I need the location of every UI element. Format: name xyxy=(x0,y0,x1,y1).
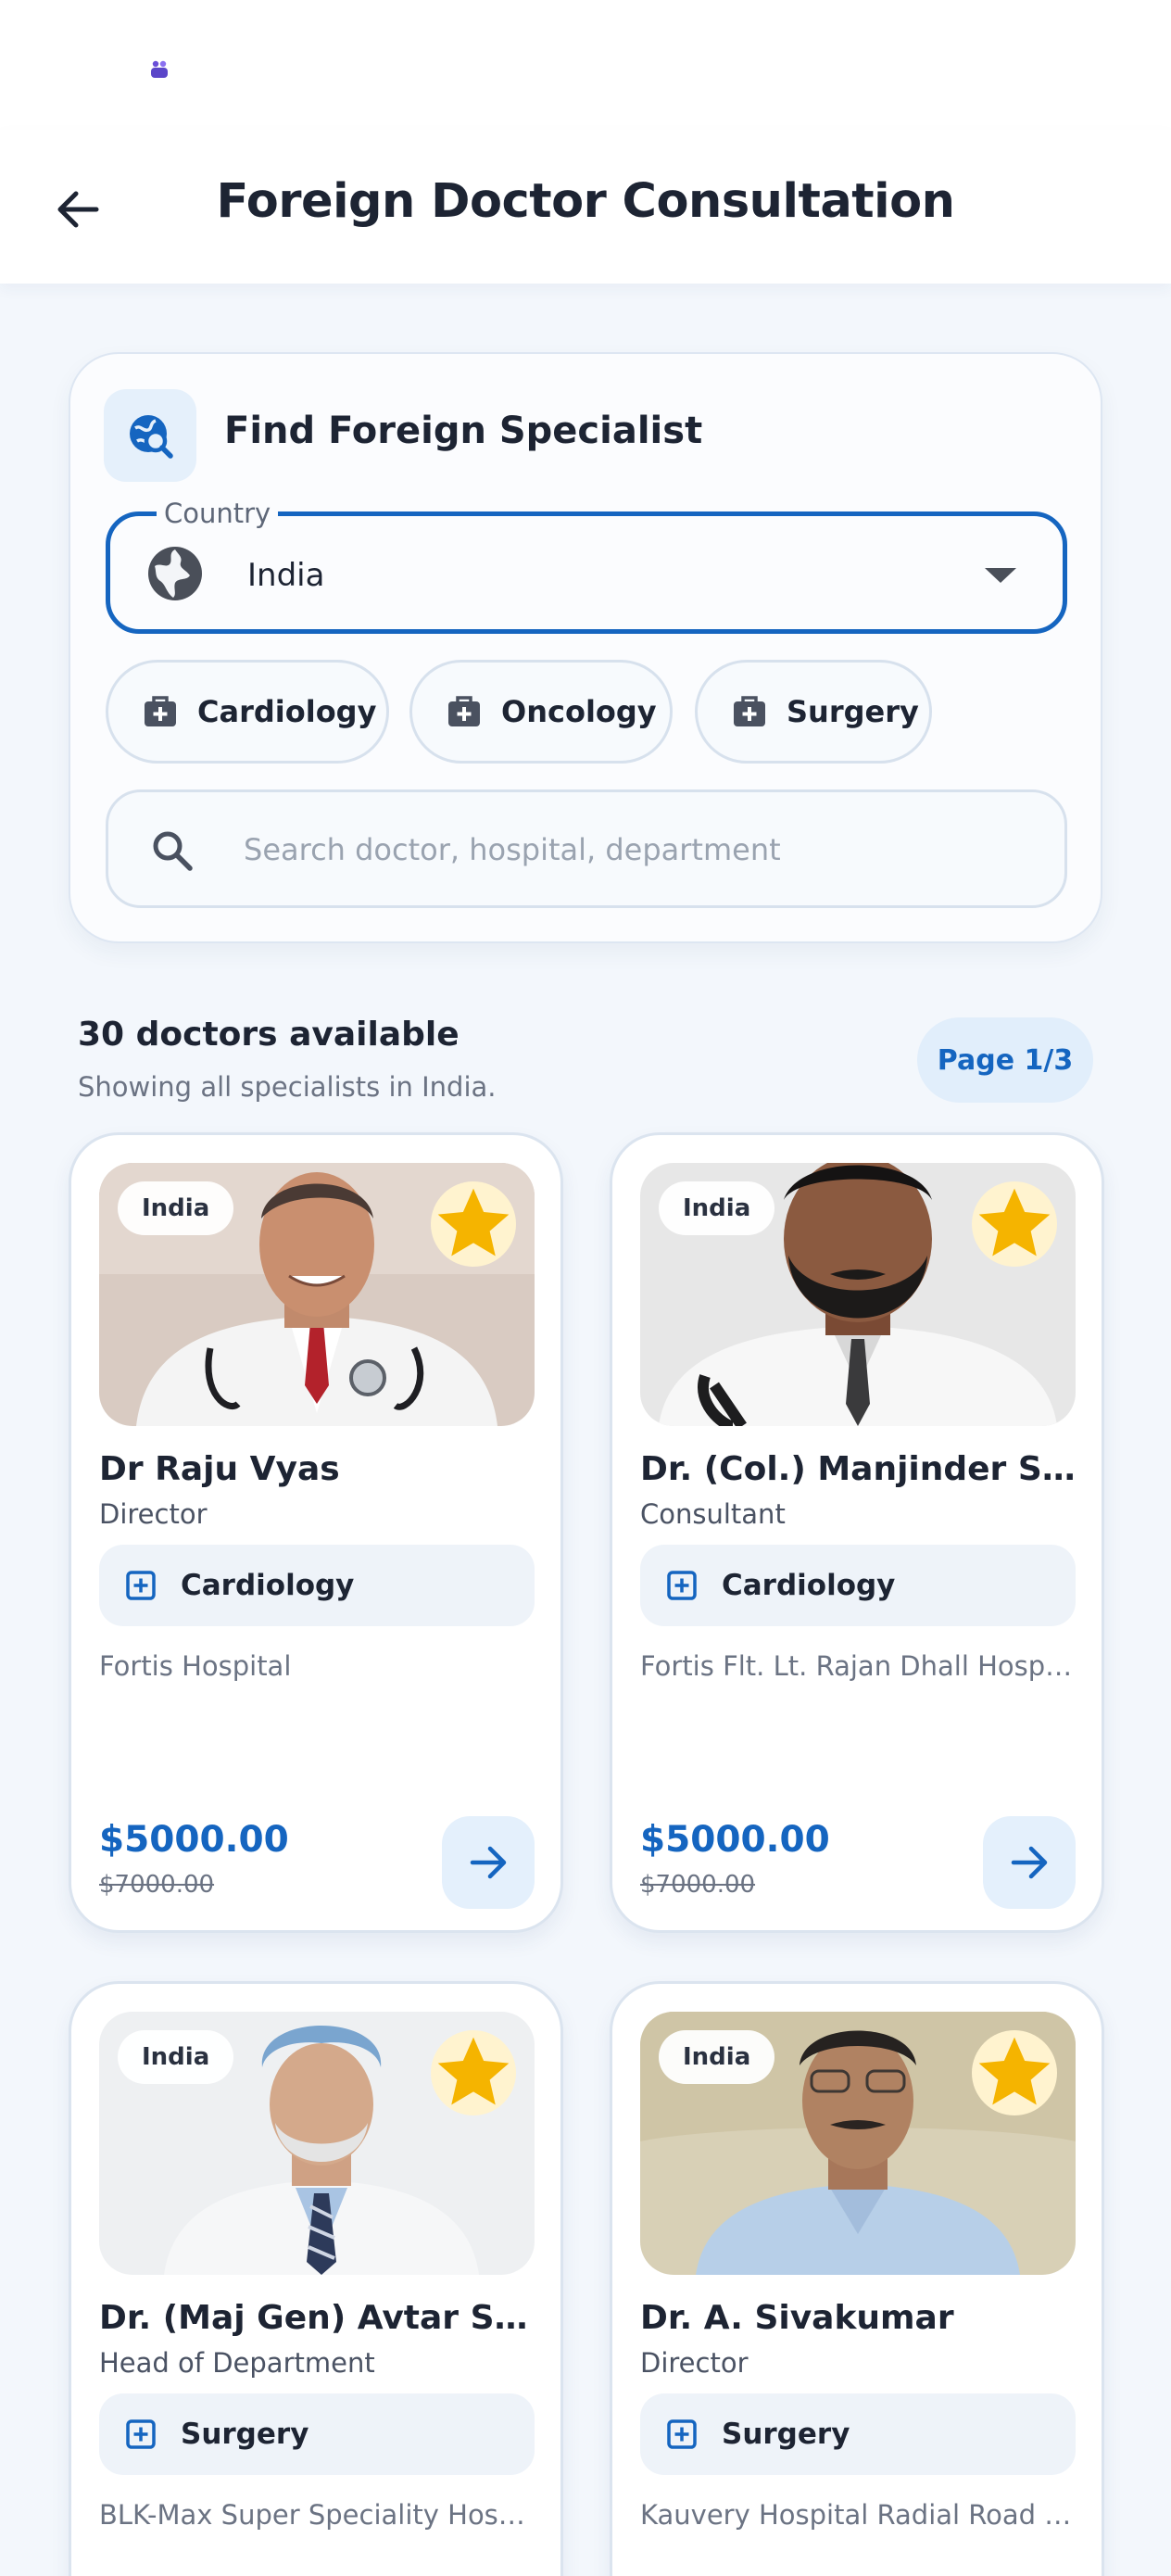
favorite-button[interactable] xyxy=(972,2030,1057,2115)
medical-plus-icon xyxy=(667,2419,697,2449)
country-badge: India xyxy=(659,1181,775,1235)
doctor-role: Head of Department xyxy=(99,2347,375,2379)
department-pill: Cardiology xyxy=(99,1545,535,1626)
country-label: Country xyxy=(157,498,279,529)
travel-explore-icon xyxy=(130,415,173,459)
chip-label: Oncology xyxy=(501,694,657,729)
medical-bag-icon xyxy=(448,696,480,726)
medical-bag-icon xyxy=(734,696,765,726)
country-badge: India xyxy=(659,2030,775,2084)
find-specialist-card: Find Foreign Specialist Country India Ca… xyxy=(69,352,1102,943)
favorite-button[interactable] xyxy=(431,2030,516,2115)
country-dropdown[interactable]: Country India xyxy=(106,498,1067,634)
medical-plus-icon xyxy=(667,1571,697,1600)
department-label: Surgery xyxy=(181,2418,309,2451)
favorite-button[interactable] xyxy=(972,1181,1057,1267)
hospital-name: Kauvery Hospital Radial Road Chennai xyxy=(640,2499,1076,2531)
price: $5000.00 xyxy=(640,1819,830,1861)
hospital-name: Fortis Flt. Lt. Rajan Dhall Hospital xyxy=(640,1650,1076,1682)
country-badge: India xyxy=(118,2030,234,2084)
app-bar: Foreign Doctor Consultation xyxy=(0,130,1171,284)
department-pill: Cardiology xyxy=(640,1545,1076,1626)
doctor-name: Dr Raju Vyas xyxy=(99,1450,340,1488)
country-value: India xyxy=(247,557,325,594)
doctor-card[interactable]: India Dr. A. Sivakumar Director Surgery … xyxy=(610,1981,1104,2576)
status-bar xyxy=(0,0,1171,130)
view-doctor-button[interactable] xyxy=(442,1816,535,1909)
doctor-role: Director xyxy=(99,1498,208,1530)
medical-bag-icon xyxy=(145,696,176,726)
chip-cardiology[interactable]: Cardiology xyxy=(106,660,389,764)
arrow-forward-icon xyxy=(470,1846,507,1879)
star-icon xyxy=(978,1188,1051,1256)
results-count: 30 doctors available xyxy=(78,1016,460,1054)
chip-label: Cardiology xyxy=(197,694,377,729)
price: $5000.00 xyxy=(99,1819,289,1861)
original-price: $7000.00 xyxy=(640,1871,756,1899)
chip-surgery[interactable]: Surgery xyxy=(695,660,932,764)
doctor-role: Director xyxy=(640,2347,749,2379)
doctor-card[interactable]: India Dr. (Maj Gen) Avtar Singh Dhillon … xyxy=(69,1981,563,2576)
department-pill: Surgery xyxy=(99,2393,535,2475)
doctor-photo: India xyxy=(99,2012,535,2275)
find-specialist-title: Find Foreign Specialist xyxy=(224,410,703,452)
department-label: Surgery xyxy=(722,2418,850,2451)
search-input[interactable] xyxy=(244,820,1040,879)
arrow-forward-icon xyxy=(1011,1846,1048,1879)
department-pill: Surgery xyxy=(640,2393,1076,2475)
globe-icon xyxy=(148,547,202,600)
department-label: Cardiology xyxy=(722,1569,896,1602)
doctor-name: Dr. A. Sivakumar xyxy=(640,2299,954,2337)
find-specialist-icon-box xyxy=(104,389,196,482)
hospital-name: BLK-Max Super Speciality Hospital xyxy=(99,2499,535,2531)
page-title: Foreign Doctor Consultation xyxy=(216,174,955,229)
star-icon xyxy=(978,2037,1051,2105)
results-subtitle: Showing all specialists in India. xyxy=(78,1071,497,1103)
country-badge: India xyxy=(118,1181,234,1235)
doctor-photo: India xyxy=(640,2012,1076,2275)
app-notification-icon xyxy=(151,60,168,78)
search-field[interactable] xyxy=(106,789,1067,908)
doctor-role: Consultant xyxy=(640,1498,786,1530)
department-label: Cardiology xyxy=(181,1569,355,1602)
original-price: $7000.00 xyxy=(99,1871,215,1899)
doctor-name: Dr. (Maj Gen) Avtar Singh Dhillon xyxy=(99,2299,535,2337)
doctor-photo: India xyxy=(99,1163,535,1426)
dropdown-caret-icon xyxy=(985,568,1016,583)
star-icon xyxy=(437,2037,510,2105)
chip-oncology[interactable]: Oncology xyxy=(409,660,673,764)
search-icon xyxy=(153,831,193,871)
doctor-card[interactable]: India Dr Raju Vyas Director Cardiology F… xyxy=(69,1132,563,1933)
medical-plus-icon xyxy=(126,2419,156,2449)
view-doctor-button[interactable] xyxy=(983,1816,1076,1909)
star-icon xyxy=(437,1188,510,1256)
doctor-card[interactable]: India Dr. (Col.) Manjinder Singh Sandhu … xyxy=(610,1132,1104,1933)
medical-plus-icon xyxy=(126,1571,156,1600)
chip-label: Surgery xyxy=(787,694,919,729)
page-indicator: Page 1/3 xyxy=(917,1017,1093,1103)
doctor-name: Dr. (Col.) Manjinder Singh Sandhu xyxy=(640,1450,1076,1488)
hospital-name: Fortis Hospital xyxy=(99,1650,292,1682)
favorite-button[interactable] xyxy=(431,1181,516,1267)
doctor-photo: India xyxy=(640,1163,1076,1426)
